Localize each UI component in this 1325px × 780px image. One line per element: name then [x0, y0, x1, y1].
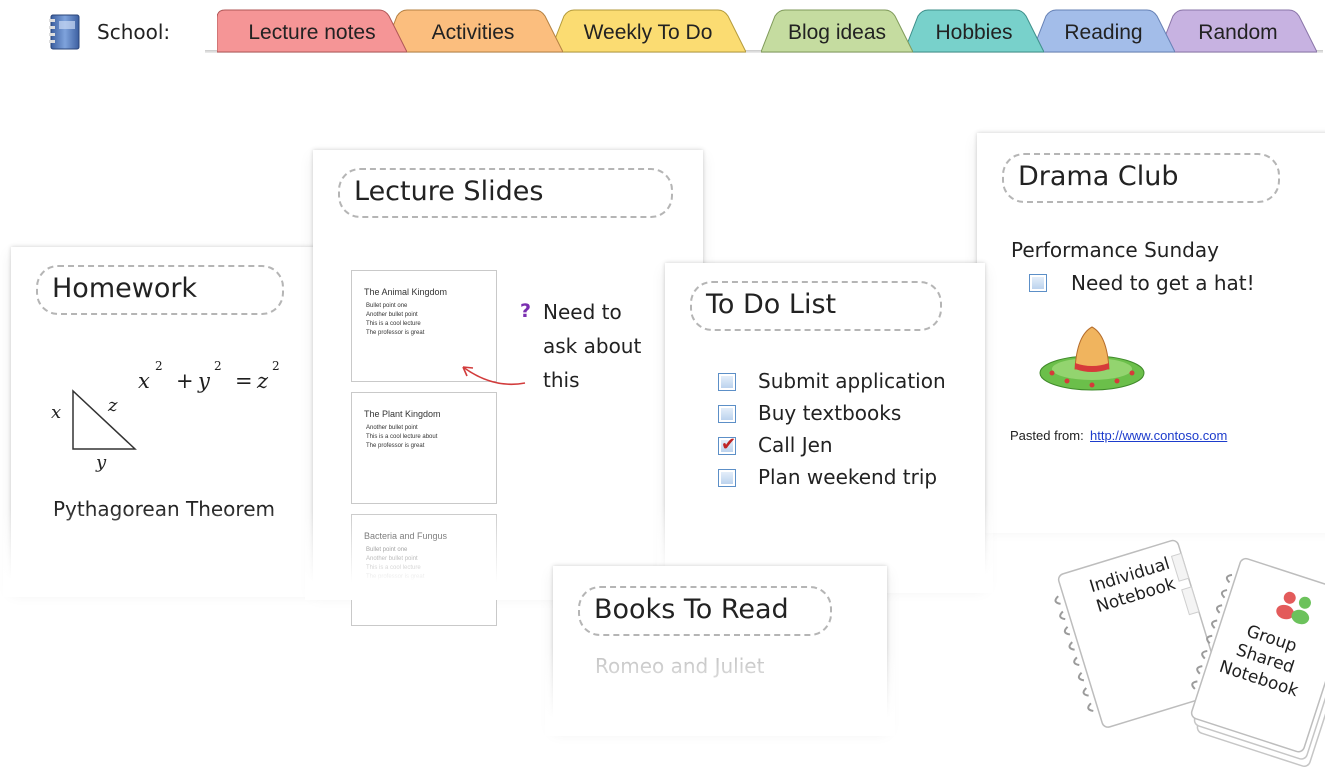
todo-checkbox-checked[interactable]: ✔ [718, 434, 737, 455]
tab-blog-ideas[interactable]: Blog ideas [761, 8, 913, 54]
page-title[interactable]: Drama Club [1002, 153, 1280, 203]
notebook-icon[interactable] [47, 13, 83, 51]
slide-thumbnail[interactable]: The Plant Kingdom Another bullet point T… [351, 392, 497, 504]
tab-hobbies[interactable]: Hobbies [904, 8, 1044, 54]
slide-title: Bacteria and Fungus [364, 531, 448, 541]
slide-bullet: This is a cool lecture [366, 565, 421, 571]
plus-sign: + [176, 369, 194, 393]
slide-bullet: Bullet point one [366, 547, 408, 553]
slide-bullet: This is a cool lecture about [366, 434, 438, 440]
exponent: 2 [214, 359, 222, 373]
slide-title: The Plant Kingdom [364, 409, 441, 419]
equals-sign: = [235, 369, 253, 393]
pythagorean-equation: x 2 + y 2 = z 2 [138, 359, 318, 399]
question-note-line[interactable]: ask about [543, 334, 641, 358]
theorem-caption[interactable]: Pythagorean Theorem [53, 497, 275, 521]
tab-lecture-notes[interactable]: Lecture notes [217, 8, 407, 54]
tab-reading[interactable]: Reading [1032, 8, 1175, 54]
tab-weekly-to-do[interactable]: Weekly To Do [550, 8, 746, 54]
tab-label: Lecture notes [248, 21, 376, 44]
red-arrow-annotation [462, 366, 526, 386]
page-title[interactable]: Homework [36, 265, 284, 315]
tab-activities[interactable]: Activities [383, 8, 563, 54]
slide-bullet: The professor is great [366, 443, 425, 449]
slide-title: The Animal Kingdom [364, 287, 448, 297]
homework-page[interactable]: Homework x 2 + y 2 = z 2 x z y Pythagore… [3, 247, 324, 597]
book-list-item[interactable]: Romeo and Juliet [595, 654, 764, 678]
question-note-line[interactable]: Need to [543, 300, 622, 324]
page-title[interactable]: To Do List [690, 281, 942, 331]
todo-item-label[interactable]: Submit application [758, 369, 946, 393]
equation-x: x [138, 369, 150, 393]
slide-bullet: Another bullet point [366, 312, 418, 318]
drama-club-page[interactable]: Drama Club Performance Sunday Need to ge… [969, 133, 1325, 533]
exponent: 2 [272, 359, 280, 373]
tab-label: Reading [1064, 21, 1143, 44]
section-bar: School: Lecture notes Activities Weekly … [0, 0, 1325, 60]
todo-item-label[interactable]: Buy textbooks [758, 401, 901, 425]
slide-bullet: Another bullet point [366, 425, 418, 431]
notebook-section-label: School: [97, 20, 171, 44]
exponent: 2 [155, 359, 163, 373]
page-title[interactable]: Lecture Slides [338, 168, 673, 218]
todo-item-label[interactable]: Need to get a hat! [1071, 271, 1255, 295]
question-tag-icon: ? [520, 300, 532, 322]
todo-checkbox[interactable] [718, 373, 736, 391]
slide-bullet: Bullet point one [366, 303, 408, 309]
equation-y: y [198, 369, 210, 393]
slide-thumbnail[interactable]: Bacteria and Fungus Bullet point one Ano… [351, 514, 497, 626]
equation-z: z [257, 369, 269, 393]
todo-checkbox[interactable] [1029, 274, 1047, 292]
performance-text[interactable]: Performance Sunday [1011, 238, 1219, 262]
page-title[interactable]: Books To Read [578, 586, 832, 636]
triangle-label-x: x [51, 402, 62, 423]
tab-label: Hobbies [935, 21, 1013, 44]
todo-checkbox[interactable] [718, 405, 736, 423]
question-note-line[interactable]: this [543, 368, 580, 392]
todo-checkbox[interactable] [718, 469, 736, 487]
triangle-label-y: y [96, 452, 107, 473]
slide-bullet: This is a cool lecture [366, 321, 421, 327]
source-link[interactable]: http://www.contoso.com [1090, 428, 1227, 443]
tab-random[interactable]: Random [1159, 8, 1317, 54]
slide-bullet: The professor is great [366, 574, 425, 580]
checkmark-icon: ✔ [721, 434, 737, 455]
todo-item-label[interactable]: Call Jen [758, 433, 833, 457]
todo-item-label[interactable]: Plan weekend trip [758, 465, 937, 489]
right-triangle-diagram [72, 389, 137, 450]
slide-bullet: The professor is great [366, 330, 425, 336]
pasted-from-label: Pasted from: [1010, 428, 1084, 443]
lecture-slides-page[interactable]: Lecture Slides The Animal Kingdom Bullet… [305, 150, 711, 626]
slide-bullet: Another bullet point [366, 556, 418, 562]
tab-label: Random [1198, 21, 1278, 44]
tab-label: Blog ideas [787, 21, 887, 44]
books-to-read-page[interactable]: Books To Read Romeo and Juliet [545, 566, 895, 736]
tab-label: Weekly To Do [583, 21, 713, 44]
section-tabs: Lecture notes Activities Weekly To Do Bl… [205, 8, 1325, 56]
to-do-list-page[interactable]: To Do List Submit application Buy textbo… [657, 263, 993, 593]
tab-label: Activities [431, 21, 515, 44]
triangle-label-z: z [108, 395, 118, 416]
sombrero-image[interactable] [1037, 321, 1147, 396]
